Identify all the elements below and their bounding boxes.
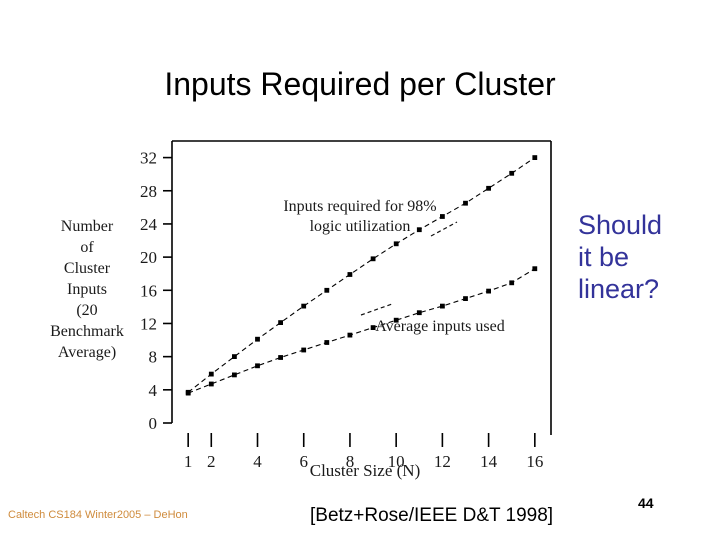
x-tick-label: 12 — [434, 452, 451, 471]
side-note-line-1: Should — [578, 210, 663, 240]
page-title: Inputs Required per Cluster — [164, 66, 556, 102]
chart-series-layer — [185, 155, 538, 396]
series-marker — [301, 303, 307, 309]
y-tick-label: 4 — [149, 381, 158, 400]
series-marker — [347, 332, 353, 338]
y-axis-label: Number of Cluster Inputs (20 Benchmark A… — [50, 218, 124, 361]
chart-svg: Number of Cluster Inputs (20 Benchmark A… — [50, 140, 552, 480]
series-marker — [324, 340, 330, 345]
annotation-average-inputs-label: Average inputs used — [375, 318, 504, 335]
chart-series — [185, 155, 538, 395]
series-marker — [278, 355, 283, 360]
y-axis-label-line-4: Inputs — [67, 281, 107, 298]
y-tick-label: 0 — [149, 414, 158, 433]
series-marker — [255, 363, 260, 369]
x-tick-label: 6 — [299, 452, 308, 471]
y-tick-label: 8 — [149, 348, 158, 367]
y-tick-label: 16 — [140, 281, 157, 300]
y-tick-label: 20 — [140, 248, 157, 267]
series-marker — [486, 185, 491, 191]
y-tick-label: 12 — [140, 314, 157, 333]
series-marker — [255, 336, 260, 342]
series-marker — [440, 303, 445, 309]
series-marker — [532, 266, 538, 272]
series-marker — [463, 296, 468, 301]
series-marker — [509, 280, 515, 286]
side-note: Should it be linear? — [578, 209, 708, 305]
figure-citation: [Betz+Rose/IEEE D&T 1998] — [310, 505, 554, 526]
series-marker — [416, 310, 422, 316]
series-marker — [393, 241, 399, 247]
y-axis-label-line-3: Cluster — [64, 260, 111, 277]
footer-course-label: Caltech CS184 Winter2005 – DeHon — [8, 509, 188, 521]
series-marker — [347, 272, 353, 277]
series-marker — [185, 390, 191, 396]
y-axis-ticks: 0 4 8 12 16 20 24 28 32 — [140, 149, 172, 433]
annotation-average-inputs-leader — [360, 303, 393, 316]
annotation-98-percent-line-2: logic utilization — [310, 218, 411, 235]
y-tick-label: 24 — [140, 215, 158, 234]
y-axis-label-line-7: Average) — [58, 344, 116, 361]
x-tick-label: 2 — [207, 452, 216, 471]
chart-figure: Number of Cluster Inputs (20 Benchmark A… — [20, 135, 580, 490]
series-marker — [301, 347, 307, 353]
annotation-98-percent-line-1: Inputs required for 98% — [283, 198, 436, 215]
x-tick-label: 1 — [184, 452, 193, 471]
side-note-line-3: linear? — [578, 274, 660, 304]
series-marker — [208, 371, 214, 377]
y-axis-label-line-6: Benchmark — [50, 323, 124, 340]
series-marker — [463, 200, 468, 206]
x-tick-label: 16 — [526, 452, 543, 471]
series-marker — [278, 320, 283, 325]
y-axis-label-line-1: Number — [61, 218, 114, 235]
series-marker — [440, 214, 445, 219]
x-tick-label: 14 — [480, 452, 498, 471]
x-tick-label: 4 — [253, 452, 262, 471]
series-marker — [324, 287, 330, 293]
series-marker — [232, 354, 237, 359]
side-note-line-2: it be — [578, 242, 630, 272]
series-marker — [232, 372, 237, 378]
annotation-98-percent-leader — [430, 221, 458, 237]
series-marker — [370, 256, 376, 262]
series-line — [187, 157, 536, 393]
page-number: 44 — [638, 495, 654, 511]
y-tick-label: 28 — [140, 182, 157, 201]
series-marker — [208, 381, 214, 387]
series-marker — [532, 155, 538, 160]
y-tick-label: 32 — [140, 149, 157, 168]
series-marker — [509, 170, 515, 176]
series-marker — [486, 288, 491, 294]
series-marker — [416, 227, 422, 233]
y-axis-label-line-2: of — [80, 239, 94, 256]
y-axis-label-line-5: (20 — [76, 302, 97, 319]
annotation-98-percent: Inputs required for 98% logic utilizatio… — [283, 198, 458, 237]
x-axis-label: Cluster Size (N) — [310, 461, 420, 480]
